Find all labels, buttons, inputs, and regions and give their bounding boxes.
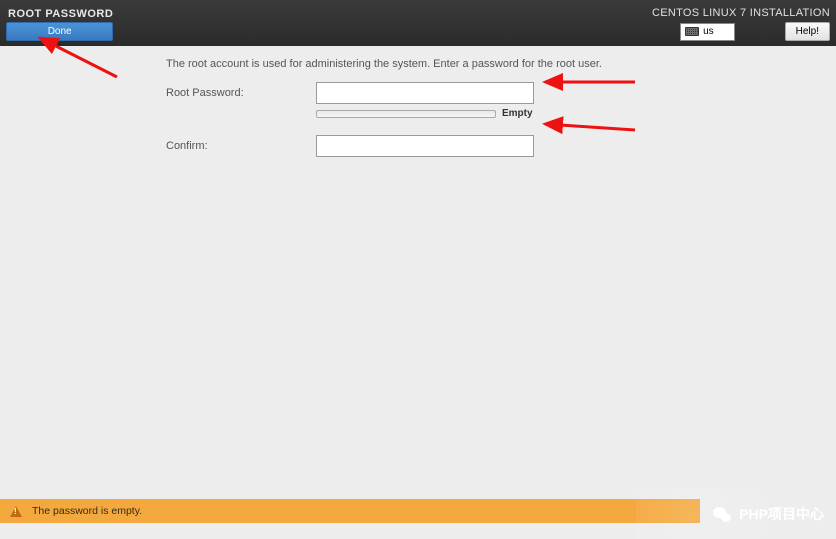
warning-icon bbox=[10, 506, 22, 517]
keyboard-layout-selector[interactable]: us bbox=[680, 23, 735, 41]
keyboard-icon bbox=[685, 27, 699, 36]
password-strength-row: Empty bbox=[316, 108, 836, 119]
warning-message: The password is empty. bbox=[32, 505, 142, 517]
confirm-password-row: Confirm: bbox=[166, 135, 836, 157]
header-left: ROOT PASSWORD Done bbox=[6, 6, 113, 41]
wechat-icon bbox=[711, 503, 733, 525]
keyboard-layout-label: us bbox=[703, 26, 714, 37]
confirm-password-label: Confirm: bbox=[166, 140, 316, 152]
confirm-password-input[interactable] bbox=[316, 135, 534, 157]
content-area: The root account is used for administeri… bbox=[0, 46, 836, 157]
root-password-label: Root Password: bbox=[166, 87, 316, 99]
header-right: CENTOS LINUX 7 INSTALLATION us Help! bbox=[652, 5, 830, 41]
info-text: The root account is used for administeri… bbox=[166, 58, 836, 70]
watermark-text: PHP项目中心 bbox=[739, 504, 824, 524]
installer-title: CENTOS LINUX 7 INSTALLATION bbox=[652, 7, 830, 19]
warning-bar: The password is empty. bbox=[0, 499, 700, 523]
help-button[interactable]: Help! bbox=[785, 22, 830, 41]
watermark: PHP项目中心 bbox=[636, 489, 836, 539]
header-bar: ROOT PASSWORD Done CENTOS LINUX 7 INSTAL… bbox=[0, 0, 836, 46]
password-strength-text: Empty bbox=[502, 108, 533, 119]
header-controls: us Help! bbox=[680, 22, 830, 41]
page-title: ROOT PASSWORD bbox=[6, 8, 113, 20]
password-strength-meter bbox=[316, 110, 496, 118]
root-password-row: Root Password: bbox=[166, 82, 836, 104]
done-button[interactable]: Done bbox=[6, 22, 113, 41]
root-password-input[interactable] bbox=[316, 82, 534, 104]
